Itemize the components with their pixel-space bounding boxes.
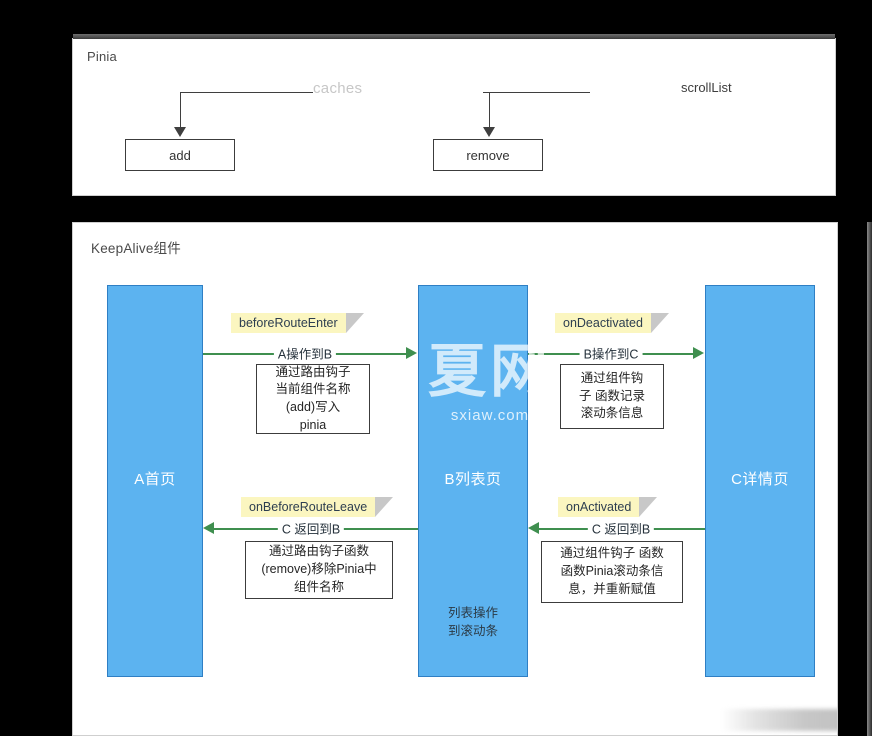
keepalive-panel-rail — [73, 222, 837, 223]
flow-label-c-to-b: C 返回到B — [587, 518, 655, 538]
note-box-b-to-a: 通过路由钩子函数 (remove)移除Pinia中 组件名称 — [245, 541, 393, 599]
lifeline-subnote-b: 列表操作 到滚动条 — [447, 606, 498, 639]
hook-tag-on-before-route-leave: onBeforeRouteLeave — [241, 497, 394, 517]
pinia-connector-remove-vertical — [489, 92, 490, 127]
pinia-arrowhead-remove-icon — [483, 127, 495, 137]
hook-tag-on-deactivated: onDeactivated — [555, 313, 669, 333]
pinia-box-remove[interactable]: remove — [433, 139, 543, 171]
pinia-panel-rail — [73, 34, 835, 39]
lifeline-column-c[interactable]: C详情页 — [705, 285, 815, 677]
flow-arrowhead-a-to-b-icon — [406, 347, 417, 359]
hook-tag-on-activated: onActivated — [558, 497, 658, 517]
lifeline-column-a[interactable]: A首页 — [107, 285, 203, 677]
pinia-panel-title: Pinia — [87, 49, 117, 64]
lifeline-column-b[interactable]: B列表页 列表操作 到滚动条 — [418, 285, 528, 677]
lifeline-label-a: A首页 — [134, 471, 176, 488]
hook-tag-before-route-enter: beforeRouteEnter — [231, 313, 364, 333]
caches-label: caches — [313, 80, 363, 97]
pinia-arrowhead-add-icon — [174, 127, 186, 137]
pinia-connector-remove-horizontal — [483, 92, 590, 93]
right-edge-scroll-rail — [867, 222, 872, 736]
flow-arrowhead-c-to-b-icon — [528, 522, 539, 534]
bottom-watermark-blur — [721, 709, 837, 731]
pinia-panel: Pinia caches scrollList add remove — [72, 34, 836, 196]
flow-label-b-to-a: C 返回到B — [277, 518, 345, 538]
flow-arrowhead-b-to-a-icon — [203, 522, 214, 534]
pinia-box-add[interactable]: add — [125, 139, 235, 171]
note-box-c-to-b: 通过组件钩子 函数 函数Pinia滚动条信 息，并重新赋值 — [541, 541, 683, 603]
flow-arrowhead-b-to-c-icon — [693, 347, 704, 359]
note-box-b-to-c: 通过组件钩 子 函数记录 滚动条信息 — [560, 364, 664, 429]
diagram-canvas: Pinia caches scrollList add remove KeepA… — [0, 0, 872, 736]
flow-label-b-to-c: B操作到C — [579, 343, 643, 363]
lifeline-label-c: C详情页 — [731, 471, 789, 488]
scroll-list-label: scrollList — [681, 80, 732, 95]
note-box-a-to-b: 通过路由钩子 当前组件名称 (add)写入 pinia — [256, 364, 370, 434]
keepalive-panel: KeepAlive组件 A首页 B列表页 列表操作 到滚动条 C详情页 befo… — [72, 222, 838, 736]
pinia-connector-add-horizontal — [180, 92, 313, 93]
flow-label-a-to-b: A操作到B — [273, 343, 337, 363]
lifeline-label-b: B列表页 — [444, 471, 502, 488]
keepalive-panel-title: KeepAlive组件 — [91, 241, 181, 256]
pinia-connector-add-vertical — [180, 92, 181, 127]
